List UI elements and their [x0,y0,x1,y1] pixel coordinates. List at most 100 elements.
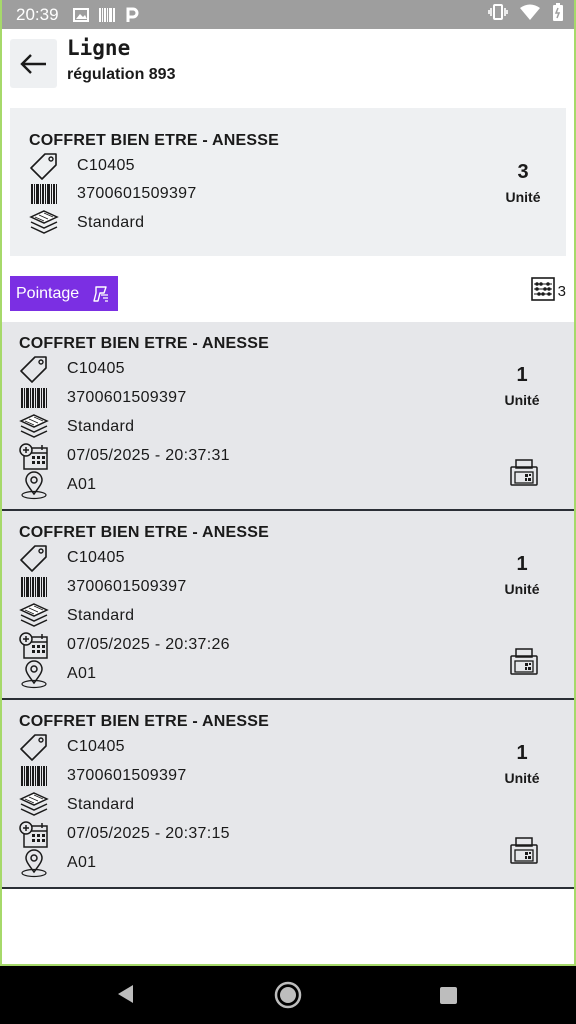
calendar-add-icon [19,631,49,659]
variant-row: Standard [29,209,144,237]
page-subtitle: régulation 893 [67,66,176,83]
product-name: COFFRET BIEN ETRE - ANESSE [19,713,269,730]
tag-icon [19,544,49,572]
datetime-value: 07/05/2025 - 20:37:15 [67,825,230,842]
barcode-status-icon [98,7,115,22]
pointage-label: Pointage [16,284,80,302]
summary-quantity: 3 Unité [493,161,553,205]
abacus-icon [530,277,555,305]
quantity-value: 3 [517,161,529,183]
printer-icon [510,837,538,864]
calendar-add-icon [19,442,49,470]
variant-value: Standard [67,418,135,435]
item-quantity: 1 Unité [492,742,552,786]
system-nav-bar [0,966,576,1024]
reference-value: C10405 [77,157,135,174]
variant-value: Standard [77,214,145,231]
variant-row: Standard [19,602,134,630]
reference-row: C10405 [29,152,135,180]
datetime-row: 07/05/2025 - 20:37:31 [19,442,230,470]
item-quantity: 1 Unité [492,553,552,597]
printer-icon [510,459,538,486]
barcode-row: 3700601509397 [19,573,187,601]
reference-value: C10405 [67,549,125,566]
battery-icon [552,3,564,26]
reference-row: C10405 [19,544,125,572]
reference-value: C10405 [67,738,125,755]
barcode-value: 3700601509397 [67,389,187,406]
status-bar: 20:39 [0,0,576,29]
page-title: Ligne [67,36,131,60]
printer-icon [510,648,538,675]
print-label-button[interactable] [508,836,540,866]
map-pin-icon [19,849,49,878]
quantity-unit: Unité [504,770,540,786]
map-pin-icon [19,660,49,689]
location-value: A01 [67,476,97,493]
barcode-row: 3700601509397 [19,762,187,790]
barcode-row: 3700601509397 [19,384,187,412]
line-summary-card: COFFRET BIEN ETRE - ANESSE C10405 370060… [10,108,566,256]
vibrate-icon [488,4,508,25]
datetime-row: 07/05/2025 - 20:37:26 [19,631,230,659]
wifi-icon [520,4,540,25]
pointage-button[interactable]: Pointage [10,276,118,311]
datetime-row: 07/05/2025 - 20:37:15 [19,820,230,848]
barcode-value: 3700601509397 [67,767,187,784]
layers-icon [19,413,49,441]
gallery-icon [72,7,89,22]
app-header: Ligne régulation 893 [0,29,576,104]
barcode-icon [19,384,49,412]
list-item[interactable]: COFFRET BIEN ETRE - ANESSE C10405 370060… [2,322,574,511]
quantity-unit: Unité [504,581,540,597]
variant-row: Standard [19,791,134,819]
reference-row: C10405 [19,733,125,761]
quantity-value: 1 [516,553,528,575]
product-name: COFFRET BIEN ETRE - ANESSE [29,132,279,149]
variant-value: Standard [67,796,135,813]
abacus-counter: 3 [530,277,566,305]
quantity-value: 1 [516,742,528,764]
barcode-icon [29,180,59,208]
parking-p-icon [125,7,139,23]
layers-icon [19,602,49,630]
quantity-unit: Unité [505,189,541,205]
nav-recent-icon[interactable] [440,987,457,1004]
status-time: 20:39 [16,4,59,24]
variant-value: Standard [67,607,135,624]
barcode-row: 3700601509397 [29,180,197,208]
location-value: A01 [67,854,97,871]
print-label-button[interactable] [508,458,540,488]
quantity-value: 1 [516,364,528,386]
reference-row: C10405 [19,355,125,383]
barcode-value: 3700601509397 [67,578,187,595]
barcode-icon [19,573,49,601]
tag-icon [29,152,59,180]
datetime-value: 07/05/2025 - 20:37:26 [67,636,230,653]
product-name: COFFRET BIEN ETRE - ANESSE [19,335,269,352]
nav-home-icon[interactable] [273,980,303,1014]
tag-icon [19,355,49,383]
counter-value: 3 [557,282,566,300]
arrow-left-icon [19,53,46,74]
location-row: A01 [19,849,97,878]
datetime-value: 07/05/2025 - 20:37:31 [67,447,230,464]
print-label-button[interactable] [508,647,540,677]
item-quantity: 1 Unité [492,364,552,408]
calendar-add-icon [19,820,49,848]
variant-row: Standard [19,413,134,441]
barcode-value: 3700601509397 [77,185,197,202]
layers-icon [19,791,49,819]
back-button[interactable] [10,39,57,88]
barcode-icon [19,762,49,790]
list-item[interactable]: COFFRET BIEN ETRE - ANESSE C10405 370060… [2,511,574,700]
location-row: A01 [19,471,97,500]
tag-icon [19,733,49,761]
quantity-unit: Unité [504,392,540,408]
scanner-icon [91,284,111,304]
map-pin-icon [19,471,49,500]
reference-value: C10405 [67,360,125,377]
product-name: COFFRET BIEN ETRE - ANESSE [19,524,269,541]
nav-back-icon[interactable] [116,984,134,1008]
list-item[interactable]: COFFRET BIEN ETRE - ANESSE C10405 370060… [2,700,574,889]
